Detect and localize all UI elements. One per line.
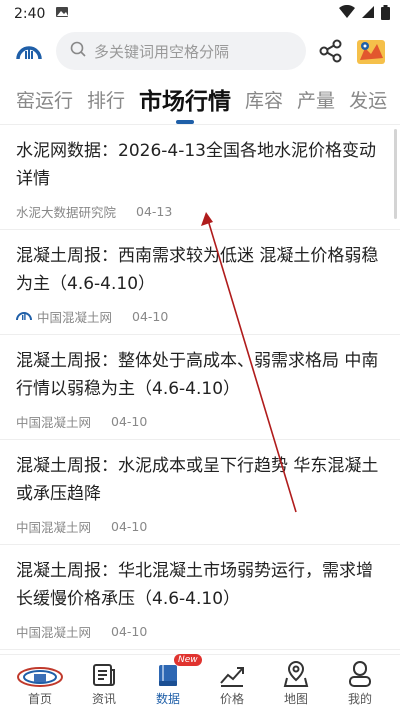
article-source: 中国混凝土网: [16, 622, 91, 641]
nav-label: 地图: [283, 691, 308, 706]
search-input[interactable]: 多关键词用空格分隔: [94, 41, 229, 62]
tab-market-quotes[interactable]: 市场行情: [139, 82, 231, 116]
article-title: 混凝土周报：西南需求较为低迷 混凝土价格弱稳为主（4.6-4.10）: [16, 246, 379, 294]
article-date: 04-10: [111, 623, 148, 639]
article-meta: 水泥大数据研究院 04-13: [16, 193, 384, 229]
tab-shipment[interactable]: 发运: [349, 86, 387, 113]
nav-data[interactable]: New 数据: [140, 653, 202, 707]
share-icon[interactable]: [318, 38, 344, 64]
search-bar[interactable]: 多关键词用空格分隔: [56, 32, 306, 70]
nav-label: 首页: [27, 691, 52, 706]
article-date: 04-10: [111, 413, 148, 429]
list-item[interactable]: 水泥网数据：2026-4-13全国各地水泥价格变动详情 水泥大数据研究院 04-…: [0, 125, 400, 230]
article-source: 中国混凝土网: [16, 307, 112, 326]
home-logo-icon: [16, 660, 64, 688]
source-logo-icon: [16, 309, 32, 324]
article-source: 中国混凝土网: [16, 412, 91, 431]
tab-output[interactable]: 产量: [297, 86, 335, 113]
category-tabs: 窑运行 排行 市场行情 库容 产量 发运: [0, 74, 400, 124]
article-title: 混凝土周报：整体处于高成本、弱需求格局 中南行情以弱稳为主（4.6-4.10）: [16, 351, 379, 399]
tab-ranking[interactable]: 排行: [87, 86, 125, 113]
nav-home[interactable]: 首页: [12, 660, 68, 707]
nav-label: 数据: [155, 691, 180, 706]
news-icon: [91, 660, 117, 688]
nav-label: 价格: [219, 691, 244, 706]
user-icon: [347, 660, 373, 688]
source-label: 中国混凝土网: [16, 624, 92, 640]
nav-profile[interactable]: 我的: [332, 660, 388, 707]
source-label: 中国混凝土网: [16, 519, 92, 535]
article-title: 混凝土周报：水泥成本或呈下行趋势 华东混凝土或承压趋降: [16, 456, 379, 504]
status-right: [339, 4, 390, 24]
tab-storage[interactable]: 库容: [245, 86, 283, 113]
map-pin-icon: [283, 660, 309, 688]
list-item[interactable]: 混凝土周报：水泥成本或呈下行趋势 华东混凝土或承压趋降 中国混凝土网 04-10: [0, 440, 400, 545]
source-label: 水泥大数据研究院: [16, 204, 117, 220]
article-meta: 中国混凝土网 04-10: [16, 613, 384, 649]
source-label: 中国混凝土网: [16, 414, 92, 430]
scrollbar[interactable]: [394, 129, 397, 219]
app-logo-icon[interactable]: [14, 36, 44, 66]
article-meta: 中国混凝土网 04-10: [16, 403, 384, 439]
map-thumbnail-icon[interactable]: [356, 36, 386, 66]
article-title: 混凝土周报：华北混凝土市场弱势运行，需求增长缓慢价格承压（4.6-4.10）: [16, 561, 373, 609]
nav-label: 我的: [347, 691, 372, 706]
article-source: 中国混凝土网: [16, 517, 91, 536]
list-item[interactable]: 混凝土周报：整体处于高成本、弱需求格局 中南行情以弱稳为主（4.6-4.10） …: [0, 335, 400, 440]
wifi-icon: [339, 4, 355, 23]
nav-label: 资讯: [91, 691, 116, 706]
tab-kiln-operation[interactable]: 窑运行: [16, 86, 73, 113]
status-bar: 2:40: [0, 0, 400, 28]
nav-map[interactable]: 地图: [268, 660, 324, 707]
article-date: 04-10: [111, 518, 148, 534]
new-badge: New: [174, 653, 202, 666]
bottom-nav: 首页 资讯 New 数据 价格 地图 我的: [0, 653, 400, 711]
article-title: 水泥网数据：2026-4-13全国各地水泥价格变动详情: [16, 141, 376, 189]
article-date: 04-10: [132, 308, 169, 324]
list-item[interactable]: 混凝土周报：华北混凝土市场弱势运行，需求增长缓慢价格承压（4.6-4.10） 中…: [0, 545, 400, 650]
article-meta: 中国混凝土网 04-10: [16, 508, 384, 544]
article-date: 04-13: [136, 203, 173, 219]
article-meta: 中国混凝土网 04-10: [16, 298, 384, 334]
search-icon: [70, 41, 86, 61]
source-label: 中国混凝土网: [37, 309, 113, 325]
nav-news[interactable]: 资讯: [76, 660, 132, 707]
top-bar: 多关键词用空格分隔: [0, 28, 400, 74]
list-item[interactable]: 混凝土周报：西南需求较为低迷 混凝土价格弱稳为主（4.6-4.10） 中国混凝土…: [0, 230, 400, 335]
signal-icon: [361, 5, 375, 23]
article-list[interactable]: 水泥网数据：2026-4-13全国各地水泥价格变动详情 水泥大数据研究院 04-…: [0, 124, 400, 654]
article-source: 水泥大数据研究院: [16, 202, 116, 221]
nav-price[interactable]: 价格: [204, 660, 260, 707]
status-time: 2:40: [14, 6, 46, 22]
trend-chart-icon: [218, 660, 246, 688]
battery-icon: [381, 4, 390, 24]
gallery-notification-icon: [55, 5, 69, 23]
